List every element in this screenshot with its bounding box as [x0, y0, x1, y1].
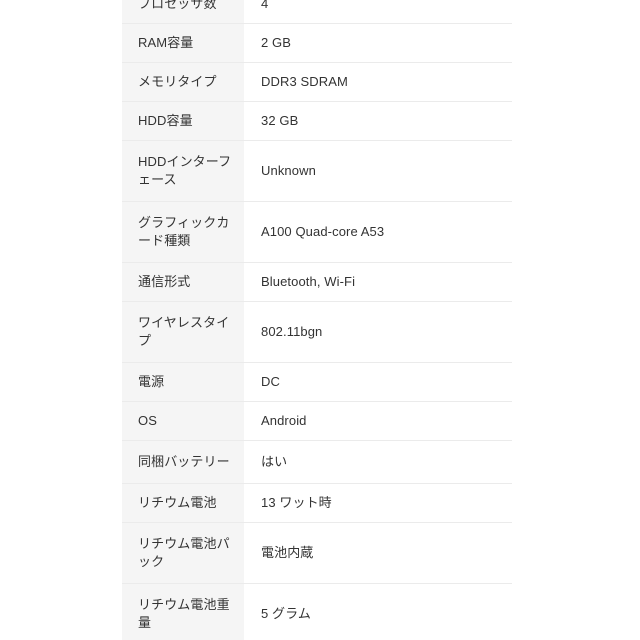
spec-label-cell: HDDインターフェース: [122, 140, 244, 202]
spec-value-text: A100 Quad-core A53: [261, 224, 385, 239]
table-row: 通信形式 Bluetooth, Wi-Fi: [122, 262, 512, 302]
spec-label-text: 電源: [138, 374, 165, 389]
spec-value-cell: 2 GB: [244, 23, 512, 63]
spec-value-text: 5 グラム: [261, 606, 311, 621]
table-row: リチウム電池重量 5 グラム: [122, 583, 512, 640]
spec-label-cell: リチウム電池パック: [122, 522, 244, 584]
spec-label-cell: プロセッサ数: [122, 0, 244, 24]
spec-value-text: Bluetooth, Wi-Fi: [261, 274, 356, 289]
table-row: 同梱バッテリー はい: [122, 440, 512, 484]
product-specification-viewport: プロセッサ数 4 RAM容量 2 GB メモリタイプ DDR3 SDRAM HDD容量 32 …: [0, 0, 640, 640]
product-specification-table-body: プロセッサ数 4 RAM容量 2 GB メモリタイプ DDR3 SDRAM HDD容量 32 …: [122, 0, 512, 640]
spec-label-text: 同梱バッテリー: [138, 454, 230, 469]
spec-label-text: リチウム電池重量: [138, 597, 230, 630]
spec-value-text: DDR3 SDRAM: [261, 74, 348, 89]
table-row: プロセッサ数 4: [122, 0, 512, 24]
spec-label-cell: HDD容量: [122, 101, 244, 141]
spec-label-cell: リチウム電池: [122, 483, 244, 523]
spec-value-cell: Bluetooth, Wi-Fi: [244, 262, 512, 302]
table-row: ワイヤレスタイプ 802.11bgn: [122, 301, 512, 363]
table-row: リチウム電池 13 ワット時: [122, 483, 512, 523]
product-specification-table: プロセッサ数 4 RAM容量 2 GB メモリタイプ DDR3 SDRAM HDD容量 32 …: [122, 0, 512, 640]
spec-label-text: RAM容量: [138, 35, 194, 50]
spec-value-text: 32 GB: [261, 113, 299, 128]
spec-value-cell: 13 ワット時: [244, 483, 512, 523]
spec-value-text: 13 ワット時: [261, 495, 332, 510]
spec-label-text: OS: [138, 413, 157, 428]
spec-value-cell: A100 Quad-core A53: [244, 201, 512, 263]
spec-label-text: プロセッサ数: [138, 0, 217, 11]
spec-value-cell: Unknown: [244, 140, 512, 202]
spec-value-text: はい: [261, 454, 288, 469]
spec-value-cell: Android: [244, 401, 512, 441]
spec-label-text: リチウム電池パック: [138, 536, 230, 569]
spec-value-text: 2 GB: [261, 35, 292, 50]
spec-value-cell: 5 グラム: [244, 583, 512, 640]
spec-label-text: メモリタイプ: [138, 74, 217, 89]
spec-value-text: Unknown: [261, 163, 316, 178]
table-row: OS Android: [122, 401, 512, 441]
spec-label-text: ワイヤレスタイプ: [138, 315, 230, 348]
spec-label-text: グラフィックカード種類: [138, 215, 230, 248]
spec-label-cell: RAM容量: [122, 23, 244, 63]
spec-value-text: DC: [261, 374, 280, 389]
table-row: RAM容量 2 GB: [122, 23, 512, 63]
spec-label-cell: メモリタイプ: [122, 62, 244, 102]
spec-value-text: 802.11bgn: [261, 324, 323, 339]
spec-value-text: Android: [261, 413, 307, 428]
spec-value-cell: 4: [244, 0, 512, 24]
spec-value-cell: はい: [244, 440, 512, 484]
spec-label-cell: OS: [122, 401, 244, 441]
table-row: HDD容量 32 GB: [122, 101, 512, 141]
spec-label-text: HDD容量: [138, 113, 193, 128]
spec-label-cell: リチウム電池重量: [122, 583, 244, 640]
spec-label-text: HDDインターフェース: [138, 154, 232, 187]
table-row: HDDインターフェース Unknown: [122, 140, 512, 202]
table-row: グラフィックカード種類 A100 Quad-core A53: [122, 201, 512, 263]
spec-value-text: 4: [261, 0, 269, 11]
spec-value-cell: 32 GB: [244, 101, 512, 141]
spec-label-cell: 同梱バッテリー: [122, 440, 244, 484]
table-row: 電源 DC: [122, 362, 512, 402]
spec-value-text: 電池内蔵: [261, 545, 314, 560]
spec-label-cell: 通信形式: [122, 262, 244, 302]
spec-value-cell: 802.11bgn: [244, 301, 512, 363]
spec-label-text: リチウム電池: [138, 495, 217, 510]
table-row: メモリタイプ DDR3 SDRAM: [122, 62, 512, 102]
spec-value-cell: DDR3 SDRAM: [244, 62, 512, 102]
spec-value-cell: DC: [244, 362, 512, 402]
spec-label-cell: ワイヤレスタイプ: [122, 301, 244, 363]
spec-label-cell: グラフィックカード種類: [122, 201, 244, 263]
spec-label-cell: 電源: [122, 362, 244, 402]
table-row: リチウム電池パック 電池内蔵: [122, 522, 512, 584]
spec-value-cell: 電池内蔵: [244, 522, 512, 584]
spec-label-text: 通信形式: [138, 274, 191, 289]
